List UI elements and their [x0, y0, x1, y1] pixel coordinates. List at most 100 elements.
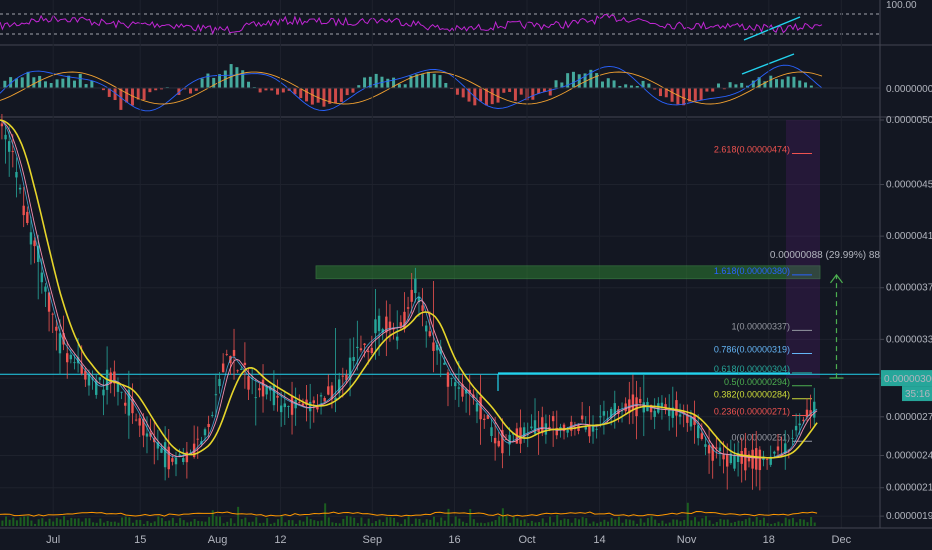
date-label: 18: [763, 534, 775, 546]
volume-bar: [432, 516, 435, 526]
candle-body: [758, 449, 762, 471]
volume-bar: [23, 516, 26, 526]
macd-histogram-bar: [705, 88, 709, 92]
volume-bar: [628, 519, 631, 526]
candle-body: [798, 423, 801, 426]
volume-bar: [646, 518, 649, 526]
macd-histogram-bar: [200, 78, 204, 88]
price-tick-label: 0.00000330: [886, 334, 932, 345]
volume-bar: [298, 520, 301, 526]
volume-bar: [490, 521, 493, 526]
volume-bar: [519, 520, 522, 526]
macd-histogram-bar: [72, 80, 76, 88]
macd-histogram-bar: [606, 78, 610, 88]
volume-bar: [636, 523, 639, 526]
volume-bar: [690, 520, 693, 526]
volume-bar: [454, 516, 457, 526]
macd-histogram-bar: [334, 88, 338, 104]
volume-bar: [737, 520, 740, 526]
macd-histogram-bar: [125, 88, 129, 103]
volume-bar: [269, 523, 272, 526]
volume-bar: [113, 521, 116, 526]
volume-bar: [34, 523, 37, 526]
macd-histogram-bar: [276, 88, 280, 95]
candle-body: [283, 403, 286, 408]
volume-bar: [222, 523, 225, 526]
volume-bar: [164, 521, 167, 526]
volume-bar: [55, 517, 58, 526]
candle-body: [432, 342, 435, 351]
volume-bar: [744, 519, 747, 526]
candle-body: [124, 402, 127, 406]
candle-body: [214, 394, 218, 396]
date-label: 16: [448, 534, 460, 546]
volume-bar: [309, 519, 312, 526]
volume-bar: [549, 516, 551, 526]
macd-histogram-bar: [305, 88, 309, 102]
candle-body: [584, 426, 587, 430]
candle-body: [377, 315, 381, 332]
volume-bar: [208, 517, 211, 526]
time-axis[interactable]: Jul 15 Aug 12 Sep 16 Oct 14 Nov 18 Dec: [0, 527, 932, 546]
volume-bar: [451, 523, 454, 526]
volume-bar: [385, 517, 388, 526]
volume-bar: [73, 518, 76, 526]
candle-body: [707, 445, 711, 454]
candle-body: [272, 384, 276, 406]
fib-level-label: 0.236(0.00000271): [714, 406, 790, 416]
macd-histogram-bar: [421, 74, 425, 88]
volume-bar: [762, 517, 765, 526]
volume-bar: [382, 522, 385, 526]
macd-histogram-bar: [496, 88, 500, 103]
volume-bar: [182, 520, 185, 526]
volume-bar: [255, 517, 258, 526]
volume-bar: [295, 523, 298, 526]
volume-bar: [157, 516, 160, 526]
trading-chart[interactable]: 2.618(0.00000474) 1.618(0.00000380) 1(0.00…: [0, 0, 932, 550]
candle-body: [722, 454, 725, 460]
macd-histogram-bar: [531, 88, 535, 100]
macd-histogram-bar: [728, 82, 732, 88]
candle-body: [689, 417, 693, 427]
candle-body: [765, 458, 769, 460]
macd-histogram-bar: [600, 81, 604, 88]
volume-bar: [418, 518, 421, 526]
macd-histogram-bar: [32, 77, 36, 88]
volume-bar: [15, 520, 18, 526]
macd-histogram-bar: [84, 84, 88, 88]
macd-histogram-bar: [351, 88, 355, 93]
volume-bar: [422, 522, 425, 526]
date-label: Aug: [208, 534, 228, 546]
candle-body: [134, 419, 138, 421]
volume-bar: [657, 523, 660, 526]
volume-bar: [92, 522, 95, 526]
candle-body: [240, 368, 243, 370]
macd-histogram-bar: [780, 79, 784, 88]
volume-bar: [244, 517, 247, 526]
price-axis[interactable]: 100.00 0.00000000 0.00000500 0.00000450 0.00…: [879, 0, 932, 528]
volume-bar: [273, 522, 276, 526]
candle-body: [26, 211, 29, 223]
macd-histogram-bar: [142, 88, 146, 101]
candle-body: [22, 205, 25, 216]
volume-bar: [284, 522, 287, 526]
volume-bar: [19, 517, 22, 526]
macd-histogram-bar: [444, 82, 448, 88]
candle-body: [174, 457, 178, 465]
volume-bar: [41, 518, 44, 526]
candle-body: [138, 418, 141, 426]
volume-bar: [160, 518, 163, 526]
volume-bar: [142, 523, 145, 526]
volume-bar: [12, 517, 15, 526]
volume-bar: [755, 517, 758, 526]
volume-bar: [364, 523, 367, 526]
macd-trendline: [741, 53, 795, 75]
volume-bar: [338, 523, 341, 526]
volume-bar: [320, 520, 323, 526]
volume-bar: [483, 523, 486, 526]
candle-body: [33, 240, 36, 247]
candle-body: [551, 416, 555, 422]
volume-bar: [610, 517, 613, 526]
volume-bar: [810, 516, 813, 526]
candle-body: [145, 433, 149, 437]
